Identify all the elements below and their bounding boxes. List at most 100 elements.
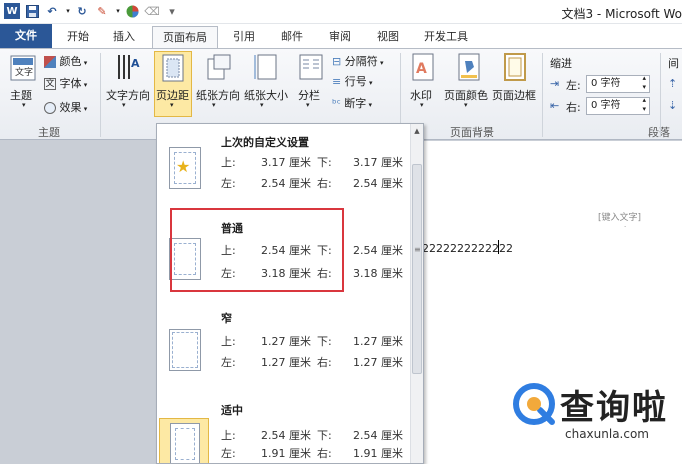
right-value: 2.54 厘米 xyxy=(353,177,403,190)
bottom-value: 2.54 厘米 xyxy=(353,429,403,442)
effects-button[interactable]: 效果 ▾ xyxy=(44,99,87,115)
bottom-label: 下: xyxy=(317,156,332,169)
themes-dropdown-icon[interactable]: ▾ xyxy=(22,101,26,109)
fonts-icon: 文 xyxy=(44,78,56,90)
size-dropdown-icon[interactable]: ▾ xyxy=(260,101,264,109)
breaks-button[interactable]: ⊟ 分隔符 ▾ xyxy=(332,53,383,69)
themes-icon[interactable]: 文字 xyxy=(10,55,36,83)
tab-references[interactable]: 引用 xyxy=(224,26,264,48)
line-numbers-button[interactable]: ≡ 行号 ▾ xyxy=(332,73,372,89)
indent-right-spinner-icon[interactable]: ▴ ▾ xyxy=(642,96,646,114)
indent-left-input[interactable]: 0 字符 ▴ ▾ xyxy=(586,74,650,93)
right-label: 右: xyxy=(317,177,332,190)
top-value: 3.17 厘米 xyxy=(261,156,311,169)
group-separator xyxy=(100,53,101,137)
tab-review[interactable]: 审阅 xyxy=(320,26,360,48)
scroll-thumb[interactable]: ≡ xyxy=(412,164,422,374)
text-direction-button[interactable]: 文字方向 xyxy=(106,87,150,103)
line-numbers-label: 行号 xyxy=(344,75,367,88)
tab-file[interactable]: 文件 xyxy=(0,24,52,48)
indent-right-input[interactable]: 0 字符 ▴ ▾ xyxy=(586,96,650,115)
indent-left-spinner-icon[interactable]: ▴ ▾ xyxy=(642,74,646,92)
top-label: 上: xyxy=(221,335,236,348)
customize-qat-icon[interactable]: ▾ xyxy=(164,3,180,19)
left-label: 左: xyxy=(221,177,236,190)
bottom-label: 下: xyxy=(317,429,332,442)
spacing-after-icon[interactable]: ⇣ xyxy=(668,99,677,112)
narrow-thumbnail xyxy=(169,329,201,371)
format-painter-icon[interactable]: ✎ xyxy=(94,3,110,19)
tab-insert[interactable]: 插入 xyxy=(104,26,144,48)
moderate-thumbnail xyxy=(159,418,209,463)
right-value: 3.18 厘米 xyxy=(353,267,403,280)
page-borders-button[interactable]: 页面边框 xyxy=(492,87,536,103)
columns-dropdown-icon[interactable]: ▾ xyxy=(306,101,310,109)
svg-text:A: A xyxy=(131,57,140,70)
breaks-icon: ⊟ xyxy=(332,55,342,68)
body-text[interactable]: 2222222222222 xyxy=(422,242,513,255)
header-placeholder[interactable]: [键入文字] xyxy=(598,210,641,223)
scroll-up-icon[interactable]: ▲ xyxy=(412,126,422,136)
effects-label: 效果 xyxy=(59,101,82,114)
margin-option-narrow[interactable]: 窄 上: 1.27 厘米 下: 1.27 厘米 左: 1.27 厘米 右: 1.… xyxy=(157,302,410,392)
indent-label: 缩进 xyxy=(550,57,572,70)
tab-mailings[interactable]: 邮件 xyxy=(272,26,312,48)
text-cursor xyxy=(498,240,499,254)
bottom-value: 1.27 厘米 xyxy=(353,335,403,348)
tab-view[interactable]: 视图 xyxy=(368,26,408,48)
undo-icon[interactable]: ↶ xyxy=(44,3,60,19)
spacing-before-icon[interactable]: ⇡ xyxy=(668,77,677,90)
orientation-icon[interactable] xyxy=(206,53,232,81)
option-name: 上次的自定义设置 xyxy=(221,136,309,149)
svg-text:文字: 文字 xyxy=(15,66,33,78)
breaks-label: 分隔符 xyxy=(344,55,378,68)
bottom-value: 2.54 厘米 xyxy=(353,244,403,257)
highlight-box xyxy=(170,208,344,292)
option-name: 窄 xyxy=(221,312,232,325)
watermark-text: 查询啦 xyxy=(560,388,668,428)
gallery-scrollbar[interactable]: ▲ ≡ xyxy=(410,124,423,463)
page-color-icon[interactable] xyxy=(456,53,482,81)
text-direction-icon[interactable]: A xyxy=(116,53,142,81)
save-icon[interactable] xyxy=(24,3,40,19)
tab-developer[interactable]: 开发工具 xyxy=(414,26,478,48)
ribbon-tab-bar: 文件 开始 插入 页面布局 引用 邮件 审阅 视图 开发工具 xyxy=(0,24,682,48)
colors-label: 颜色 xyxy=(59,55,82,68)
eraser-icon[interactable]: ⌫ xyxy=(144,3,160,19)
size-icon[interactable] xyxy=(254,53,280,81)
fonts-button[interactable]: 文 字体 ▾ xyxy=(44,75,87,91)
header-mark: · xyxy=(624,223,627,231)
tab-home[interactable]: 开始 xyxy=(58,26,98,48)
scroll-grip-icon: ≡ xyxy=(414,245,421,254)
star-icon: ★ xyxy=(176,157,191,176)
indent-left-label: 左: xyxy=(566,79,581,92)
colors-button[interactable]: 颜色 ▾ xyxy=(44,53,87,69)
size-button[interactable]: 纸张大小 xyxy=(244,87,288,103)
top-label: 上: xyxy=(221,156,236,169)
color-circle-icon[interactable] xyxy=(124,3,140,19)
orientation-dropdown-icon[interactable]: ▾ xyxy=(212,101,216,109)
window-title: 文档3 - Microsoft Wo xyxy=(561,7,682,21)
margin-option-moderate[interactable]: 适中 上: 2.54 厘米 下: 2.54 厘米 左: 1.91 厘米 右: 1… xyxy=(157,392,410,463)
hyphenation-button[interactable]: ᵇᶜ 断字 ▾ xyxy=(332,95,372,111)
watermark-icon[interactable]: A xyxy=(410,53,436,81)
tab-page-layout[interactable]: 页面布局 xyxy=(152,26,218,48)
themes-group-label: 主题 xyxy=(38,126,60,139)
orientation-button[interactable]: 纸张方向 xyxy=(196,87,240,103)
colors-icon xyxy=(44,56,56,68)
themes-button[interactable]: 主题 xyxy=(10,87,32,103)
columns-icon[interactable] xyxy=(298,53,324,81)
watermark-dropdown-icon[interactable]: ▾ xyxy=(420,101,424,109)
indent-left-icon: ⇥ xyxy=(550,77,560,90)
left-value: 1.91 厘米 xyxy=(261,447,311,460)
text-direction-dropdown-icon[interactable]: ▾ xyxy=(122,101,126,109)
page-borders-icon[interactable] xyxy=(502,53,528,81)
repeat-icon[interactable]: ↻ xyxy=(74,3,90,19)
page-color-dropdown-icon[interactable]: ▾ xyxy=(464,101,468,109)
option-name: 适中 xyxy=(221,404,243,417)
word-app-icon[interactable]: W xyxy=(4,3,20,19)
left-value: 1.27 厘米 xyxy=(261,356,311,369)
top-value: 2.54 厘米 xyxy=(261,429,311,442)
margin-option-last-custom[interactable]: 上次的自定义设置 ★ 上: 3.17 厘米 下: 3.17 厘米 左: 2.54… xyxy=(157,124,410,214)
title-bar: W ↶ ▾ ↻ ✎ ▾ ⌫ ▾ 文档3 - Microsoft Wo xyxy=(0,0,682,24)
